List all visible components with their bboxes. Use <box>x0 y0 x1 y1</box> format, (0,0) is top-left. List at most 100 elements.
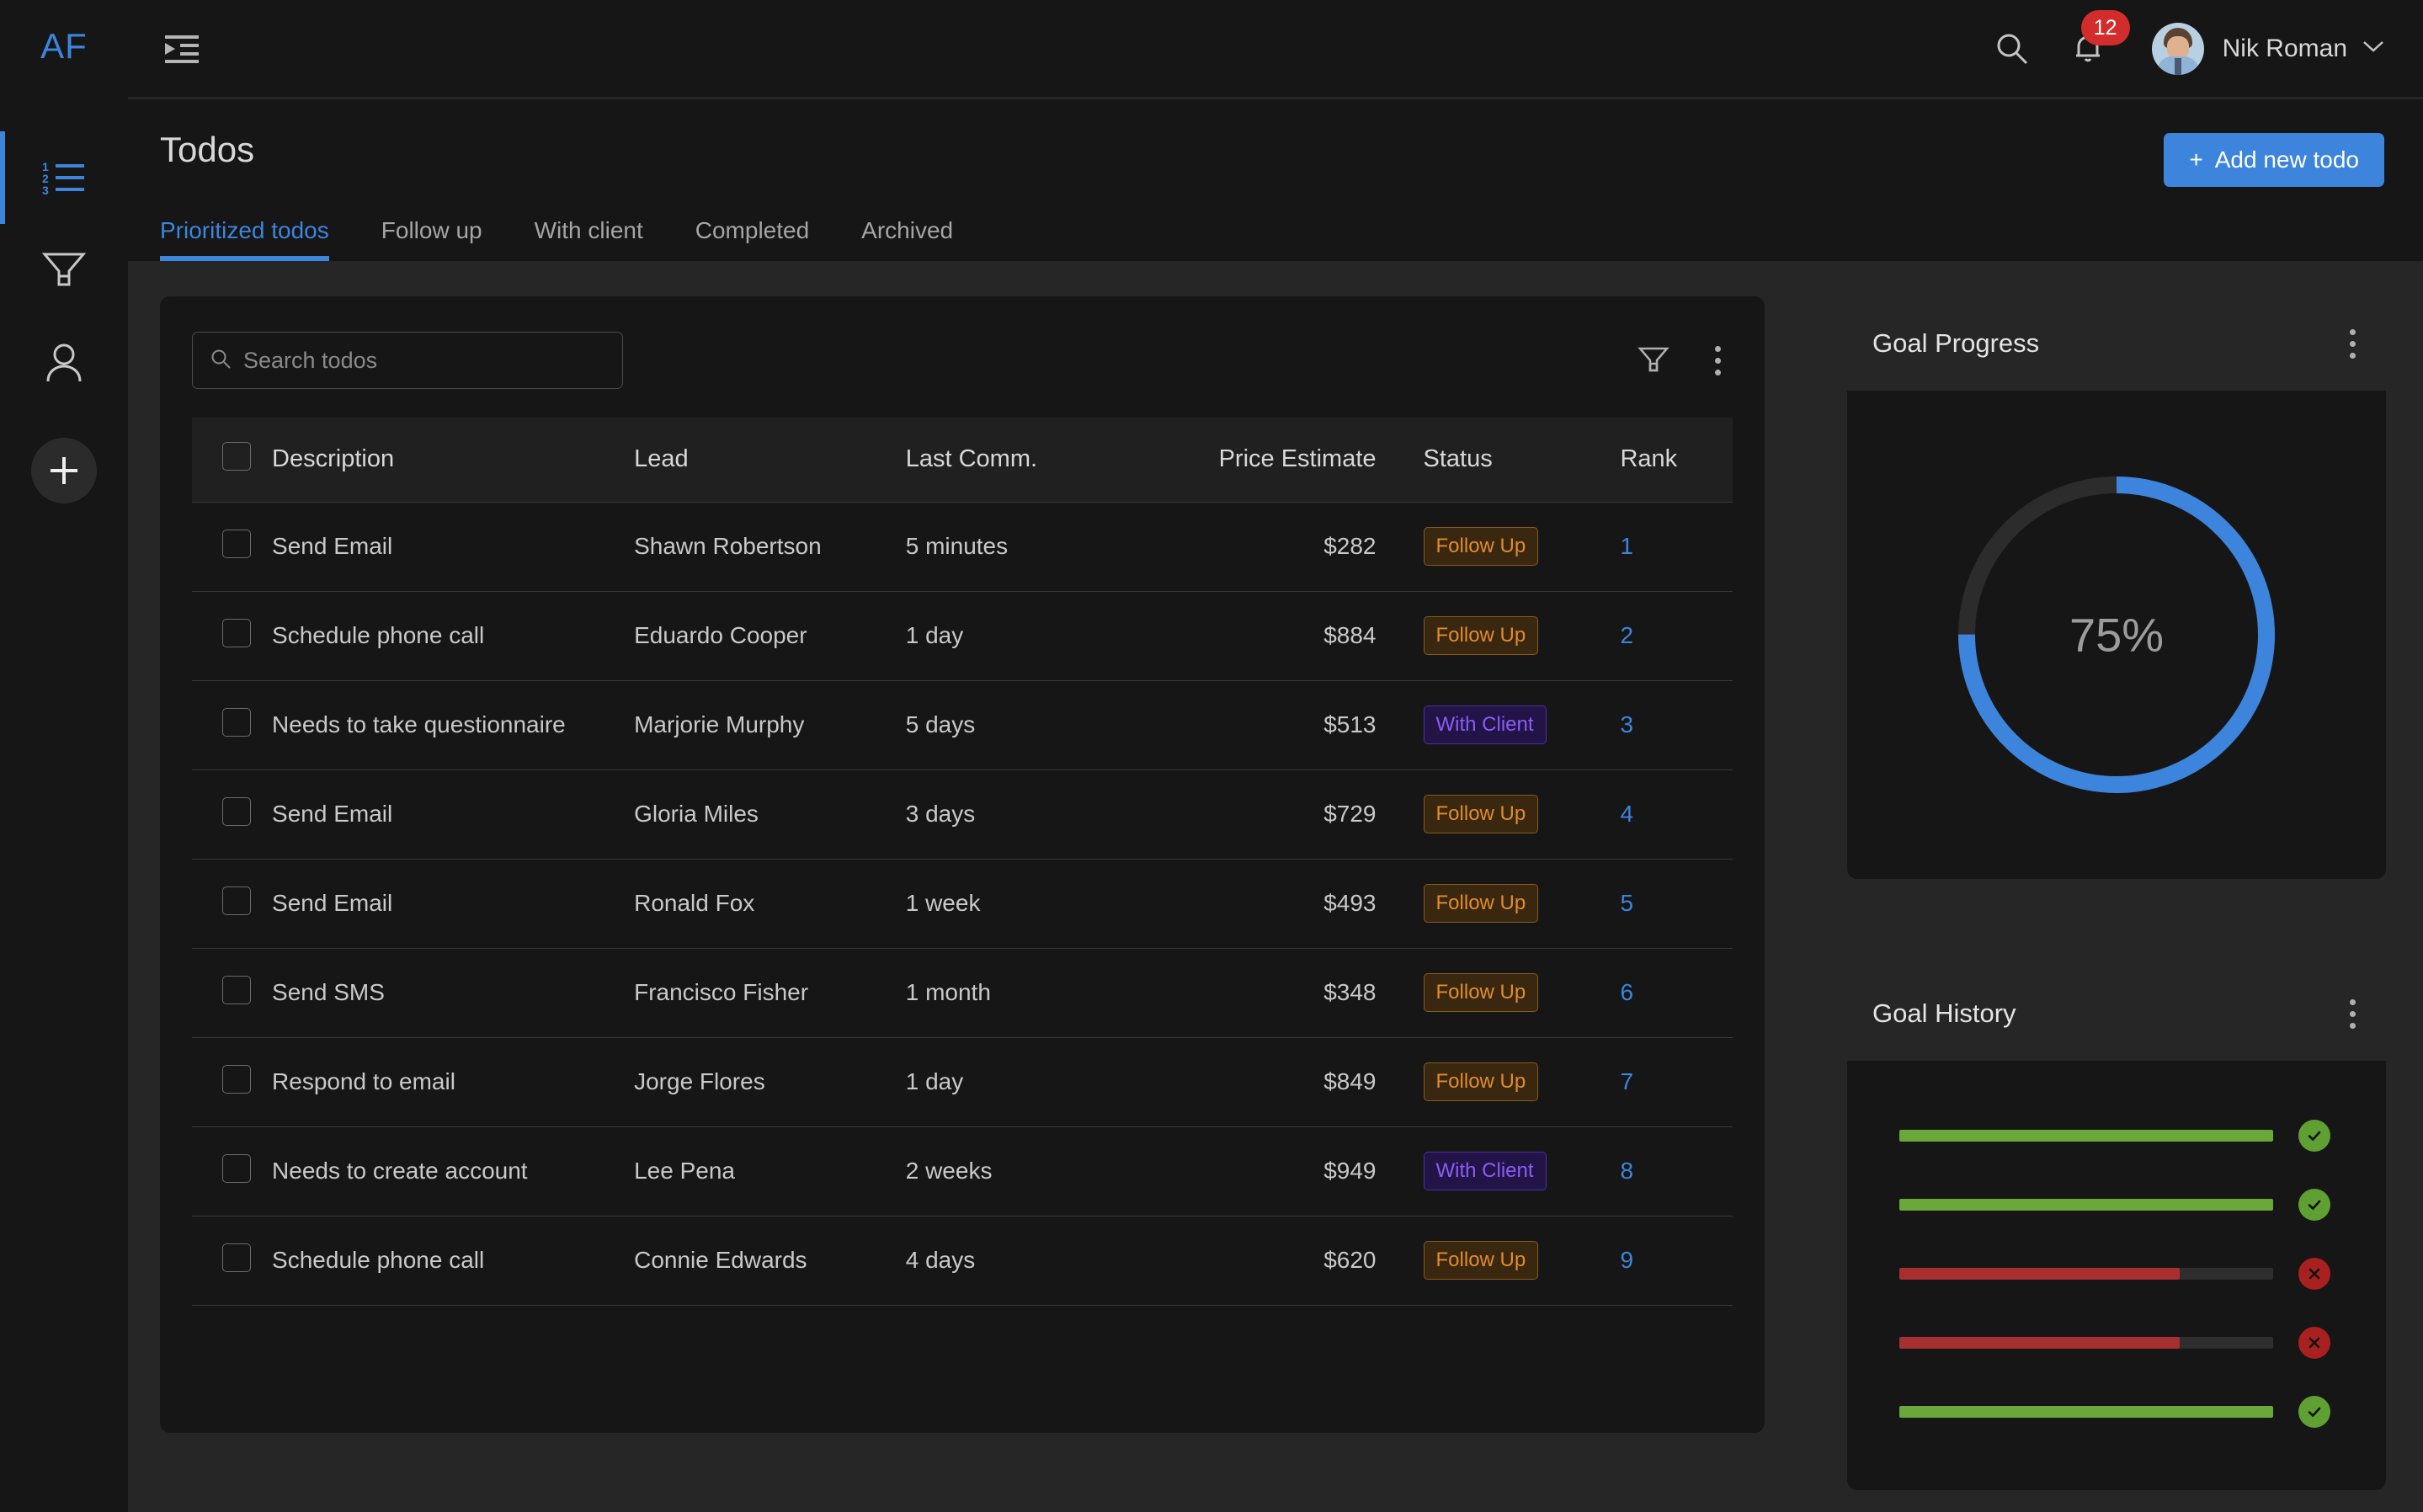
cell-description: Schedule phone call <box>272 591 634 680</box>
cell-lead: Shawn Robertson <box>634 502 906 591</box>
search-todos-box[interactable] <box>192 332 623 389</box>
row-checkbox[interactable] <box>222 1065 251 1094</box>
status-badge[interactable]: Follow Up <box>1424 884 1539 923</box>
goal-history-track <box>1899 1199 2273 1211</box>
column-header-last-comm[interactable]: Last Comm. <box>906 418 1153 502</box>
goal-history-track <box>1899 1406 2273 1418</box>
tab-follow-up[interactable]: Follow up <box>381 217 482 261</box>
sidebar-item-contacts[interactable] <box>0 317 128 409</box>
cell-status: Follow Up <box>1400 948 1592 1037</box>
status-badge[interactable]: Follow Up <box>1424 527 1539 566</box>
select-all-checkbox[interactable] <box>222 442 251 471</box>
right-region: 12 Nik Roman Todos + Add new <box>128 0 2423 1512</box>
column-header-description[interactable]: Description <box>272 418 634 502</box>
cell-price-estimate: $729 <box>1152 769 1399 859</box>
table-row[interactable]: Respond to emailJorge Flores1 day$849Fol… <box>192 1037 1733 1126</box>
add-new-todo-label: Add new todo <box>2215 146 2359 173</box>
table-row[interactable]: Send EmailShawn Robertson5 minutes$282Fo… <box>192 502 1733 591</box>
check-icon <box>2298 1396 2330 1428</box>
table-row[interactable]: Needs to take questionnaireMarjorie Murp… <box>192 680 1733 769</box>
row-checkbox[interactable] <box>222 797 251 826</box>
status-badge[interactable]: Follow Up <box>1424 1062 1539 1101</box>
row-checkbox[interactable] <box>222 1243 251 1272</box>
table-header: Description Lead Last Comm. Price Estima… <box>192 418 1733 502</box>
cell-status: Follow Up <box>1400 769 1592 859</box>
rank-value[interactable]: 2 <box>1620 622 1633 648</box>
row-select-cell <box>192 1216 272 1305</box>
search-input[interactable] <box>243 348 605 374</box>
add-button[interactable] <box>31 438 97 503</box>
cell-status: Follow Up <box>1400 1216 1592 1305</box>
row-checkbox[interactable] <box>222 708 251 737</box>
user-menu[interactable]: Nik Roman <box>2152 23 2384 75</box>
status-badge[interactable]: Follow Up <box>1424 616 1539 655</box>
tab-prioritized-todos[interactable]: Prioritized todos <box>160 217 329 261</box>
rank-value[interactable]: 6 <box>1620 979 1633 1005</box>
row-select-cell <box>192 680 272 769</box>
row-select-cell <box>192 1126 272 1216</box>
cell-status: With Client <box>1400 680 1592 769</box>
goal-history-row <box>1899 1396 2330 1428</box>
more-vertical-icon[interactable] <box>2343 322 2362 365</box>
cell-last-comm: 4 days <box>906 1216 1153 1305</box>
chevron-down-icon[interactable] <box>2362 40 2384 57</box>
row-checkbox[interactable] <box>222 1154 251 1183</box>
rank-value[interactable]: 5 <box>1620 890 1633 916</box>
rank-value[interactable]: 8 <box>1620 1158 1633 1184</box>
add-new-todo-button[interactable]: + Add new todo <box>2164 133 2384 187</box>
search-icon[interactable] <box>1994 30 2031 67</box>
table-row[interactable]: Send EmailRonald Fox1 week$493Follow Up5 <box>192 859 1733 948</box>
status-badge[interactable]: Follow Up <box>1424 973 1539 1012</box>
column-header-status[interactable]: Status <box>1400 418 1592 502</box>
rank-value[interactable]: 4 <box>1620 801 1633 827</box>
goal-progress-donut: 75% <box>1847 391 2386 879</box>
more-vertical-icon[interactable] <box>1708 339 1728 382</box>
rank-value[interactable]: 3 <box>1620 711 1633 737</box>
rank-value[interactable]: 7 <box>1620 1068 1633 1094</box>
cell-description: Send Email <box>272 502 634 591</box>
tab-archived[interactable]: Archived <box>861 217 953 261</box>
cell-rank: 3 <box>1591 680 1733 769</box>
sidebar-item-pipeline[interactable] <box>0 224 128 317</box>
goal-progress-header: Goal Progress <box>1847 296 2386 391</box>
cell-price-estimate: $620 <box>1152 1216 1399 1305</box>
table-row[interactable]: Send EmailGloria Miles3 days$729Follow U… <box>192 769 1733 859</box>
status-badge[interactable]: Follow Up <box>1424 1241 1539 1280</box>
status-badge[interactable]: With Client <box>1424 705 1547 744</box>
cell-lead: Jorge Flores <box>634 1037 906 1126</box>
cell-description: Needs to take questionnaire <box>272 680 634 769</box>
table-row[interactable]: Send SMSFrancisco Fisher1 month$348Follo… <box>192 948 1733 1037</box>
cross-icon <box>2298 1327 2330 1359</box>
cell-last-comm: 5 minutes <box>906 502 1153 591</box>
goal-history-track <box>1899 1337 2273 1349</box>
rank-value[interactable]: 1 <box>1620 533 1633 559</box>
table-row[interactable]: Needs to create accountLee Pena2 weeks$9… <box>192 1126 1733 1216</box>
more-vertical-icon[interactable] <box>2343 993 2362 1036</box>
row-checkbox[interactable] <box>222 530 251 558</box>
row-checkbox[interactable] <box>222 976 251 1004</box>
row-checkbox[interactable] <box>222 886 251 915</box>
column-header-rank[interactable]: Rank <box>1591 418 1733 502</box>
row-select-cell <box>192 769 272 859</box>
funnel-filter-icon[interactable] <box>1638 345 1669 375</box>
table-row[interactable]: Schedule phone callEduardo Cooper1 day$8… <box>192 591 1733 680</box>
row-checkbox[interactable] <box>222 619 251 647</box>
goal-history-fill <box>1899 1130 2273 1142</box>
tab-with-client[interactable]: With client <box>535 217 643 261</box>
indent-menu-icon[interactable] <box>160 32 204 66</box>
rank-value[interactable]: 9 <box>1620 1247 1633 1273</box>
notifications[interactable]: 12 <box>2069 30 2106 67</box>
goal-history-panel: Goal History <box>1847 966 2386 1490</box>
tab-bar: Prioritized todos Follow up With client … <box>160 217 2384 261</box>
column-header-price-estimate[interactable]: Price Estimate <box>1152 418 1399 502</box>
cell-status: With Client <box>1400 1126 1592 1216</box>
cell-lead: Eduardo Cooper <box>634 591 906 680</box>
status-badge[interactable]: Follow Up <box>1424 795 1539 833</box>
status-badge[interactable]: With Client <box>1424 1152 1547 1190</box>
tab-completed[interactable]: Completed <box>695 217 809 261</box>
table-row[interactable]: Schedule phone callConnie Edwards4 days$… <box>192 1216 1733 1305</box>
column-header-lead[interactable]: Lead <box>634 418 906 502</box>
sidebar-item-prioritized-todos[interactable]: 1 2 3 <box>0 131 128 224</box>
goal-progress-title: Goal Progress <box>1872 328 2039 359</box>
card-toolbar <box>192 332 1733 389</box>
